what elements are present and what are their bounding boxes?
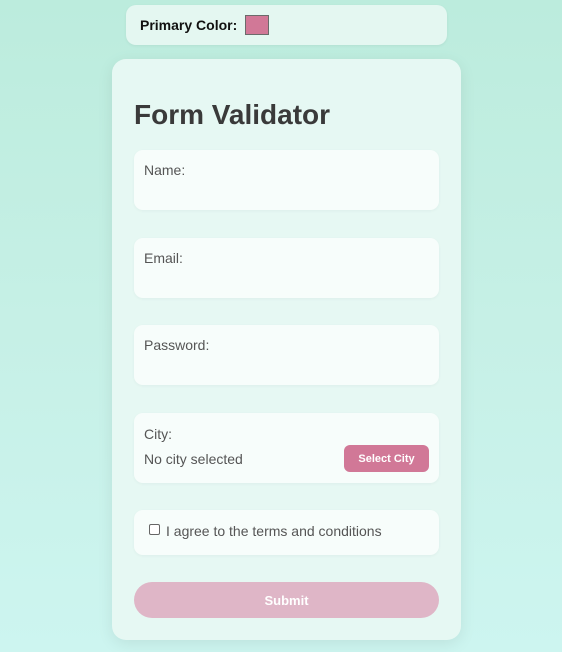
form-card: Form Validator Name: Email: Password: Ci… (112, 59, 461, 640)
color-picker-bar: Primary Color: (126, 5, 447, 45)
submit-button[interactable]: Submit (134, 582, 439, 618)
terms-checkbox[interactable] (149, 524, 160, 535)
terms-label[interactable]: I agree to the terms and conditions (166, 523, 382, 539)
email-field[interactable]: Email: (134, 238, 439, 298)
city-label: City: (144, 426, 172, 442)
terms-field: I agree to the terms and conditions (134, 510, 439, 555)
name-field[interactable]: Name: (134, 150, 439, 210)
page-title: Form Validator (134, 99, 331, 130)
password-field[interactable]: Password: (134, 325, 439, 385)
name-label: Name: (144, 162, 186, 178)
select-city-button[interactable]: Select City (344, 445, 429, 472)
primary-color-swatch[interactable] (245, 15, 270, 35)
email-label: Email: (144, 250, 183, 266)
city-field: City: No city selected Select City (134, 413, 439, 483)
password-label: Password: (144, 337, 210, 353)
city-value: No city selected (144, 451, 243, 467)
primary-color-label: Primary Color: (140, 17, 238, 33)
